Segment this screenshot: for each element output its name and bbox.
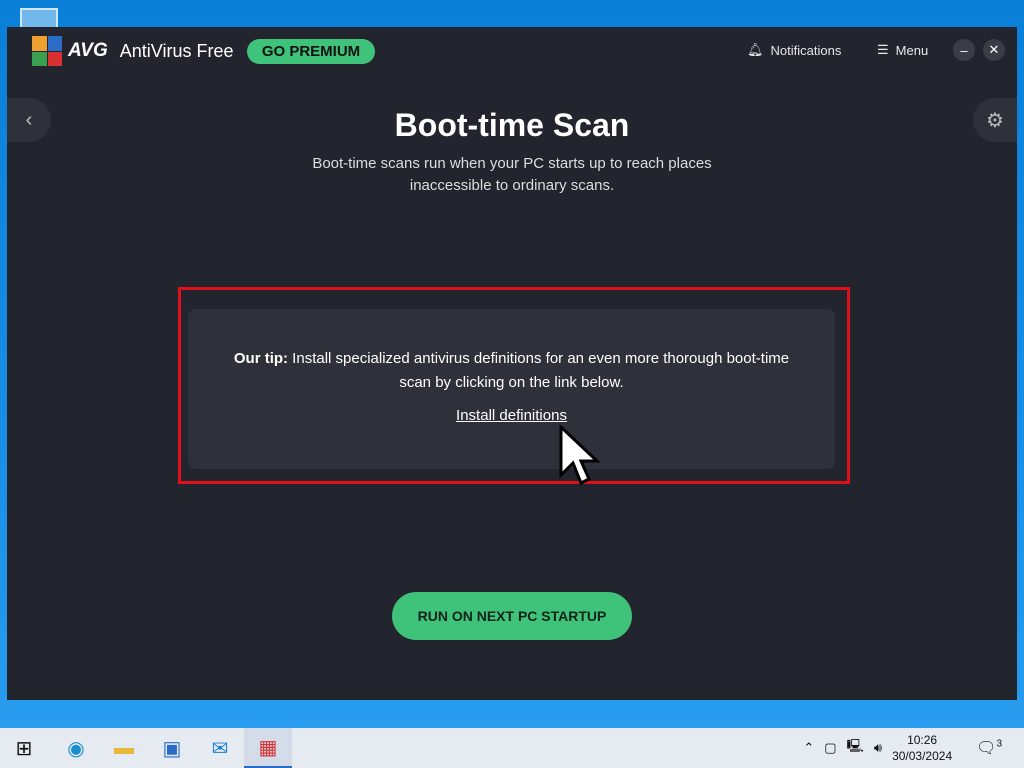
recycle-bin-icon[interactable] [20, 8, 58, 28]
windows-icon: ⊞ [15, 737, 33, 760]
chevron-up-icon[interactable]: ⌃ [803, 740, 814, 756]
folder-icon: ▬ [114, 736, 134, 759]
menu-button[interactable]: ☰ Menu [877, 42, 928, 58]
notification-count-badge: 3 [996, 738, 1002, 750]
avg-window: AVG AntiVirus Free GO PREMIUM 🔔︎ Notifica… [7, 27, 1017, 700]
app-logo: AVG AntiVirus Free [32, 36, 233, 66]
page-title: Boot-time Scan [394, 107, 630, 143]
bell-icon: 🔔︎ [747, 42, 764, 57]
action-center-button[interactable]: 🗨︎3 [976, 738, 1002, 758]
camera-icon[interactable]: ▢ [824, 740, 836, 756]
clock[interactable]: 10:26 30/03/2024 [892, 732, 952, 764]
mail-taskbar-button[interactable]: ✉ [196, 728, 244, 768]
avg-icon: ▦ [258, 736, 278, 759]
tip-card: Our tip: Install specialized antivirus d… [188, 309, 835, 469]
start-button[interactable]: ⊞ [0, 728, 48, 768]
mouse-pointer-icon [559, 425, 601, 486]
run-on-next-startup-button[interactable]: RUN ON NEXT PC STARTUP [392, 592, 632, 640]
install-definitions-link[interactable]: Install definitions [456, 404, 567, 428]
edge-taskbar-button[interactable]: ◉ [52, 728, 100, 768]
edge-icon: ◉ [67, 737, 85, 760]
store-taskbar-button[interactable]: ▣ [148, 728, 196, 768]
network-icon[interactable]: 🖳︎ [847, 737, 864, 759]
avg-taskbar-button[interactable]: ▦ [244, 728, 292, 768]
avg-logo-icon [32, 36, 62, 66]
minimize-button[interactable]: – [953, 39, 975, 61]
system-tray: ⌃ ▢ 🖳︎ 🔊︎ 10:26 30/03/2024 🗨︎3 [803, 728, 1024, 768]
notifications-label: Notifications [770, 42, 842, 58]
store-icon: ▣ [162, 737, 182, 760]
close-button[interactable]: ✕ [983, 39, 1005, 61]
clock-date: 30/03/2024 [892, 749, 953, 763]
mail-icon: ✉ [211, 737, 229, 760]
volume-icon[interactable]: 🔊︎ [874, 740, 882, 756]
menu-label: Menu [895, 42, 929, 58]
tip-label: Our tip: [233, 350, 289, 367]
clock-time: 10:26 [907, 733, 938, 747]
hamburger-icon: ☰ [877, 42, 889, 57]
go-premium-button[interactable]: GO PREMIUM [247, 39, 375, 64]
tip-text: Install specialized antivirus definition… [288, 350, 790, 391]
brand-name: AVG [68, 40, 108, 61]
file-explorer-taskbar-button[interactable]: ▬ [100, 728, 148, 768]
taskbar: ⊞ ◉ ▬ ▣ ✉ ▦ ⌃ ▢ 🖳︎ 🔊︎ 10:26 30/03/2024 🗨︎… [0, 728, 1024, 768]
page-subtitle: Boot-time scans run when your PC starts … [312, 155, 712, 194]
notifications-button[interactable]: 🔔︎ Notifications [747, 42, 841, 58]
product-name: AntiVirus Free [119, 40, 234, 61]
